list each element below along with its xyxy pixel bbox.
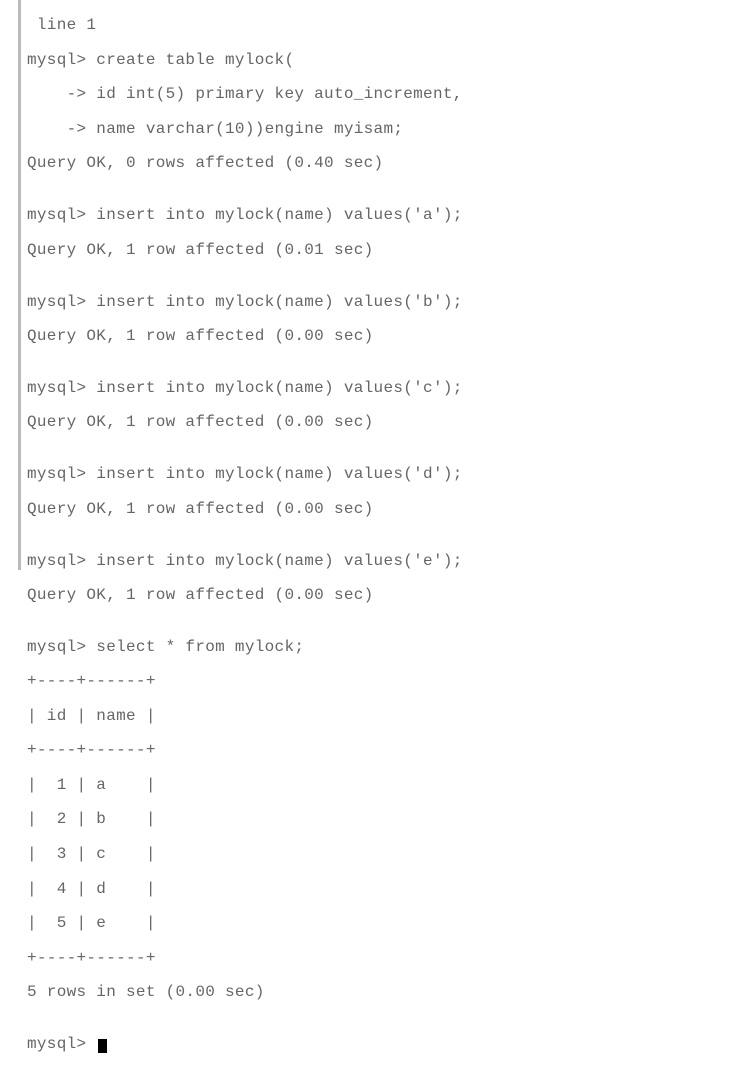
- terminal-output: line 1 mysql> create table mylock( -> id…: [18, 0, 750, 570]
- terminal-line: Query OK, 1 row affected (0.00 sec): [27, 328, 750, 345]
- terminal-prompt-line[interactable]: mysql>: [27, 1036, 750, 1053]
- terminal-line: mysql> insert into mylock(name) values('…: [27, 553, 750, 570]
- terminal-line: | 3 | c |: [27, 846, 750, 863]
- terminal-line: Query OK, 1 row affected (0.01 sec): [27, 242, 750, 259]
- terminal-line: -> name varchar(10))engine myisam;: [27, 121, 750, 138]
- terminal-line: mysql> select * from mylock;: [27, 639, 750, 656]
- terminal-line: line 1: [27, 17, 750, 34]
- terminal-line: -> id int(5) primary key auto_increment,: [27, 86, 750, 103]
- terminal-line: | 4 | d |: [27, 881, 750, 898]
- terminal-line: Query OK, 1 row affected (0.00 sec): [27, 414, 750, 431]
- terminal-line: mysql> insert into mylock(name) values('…: [27, 466, 750, 483]
- terminal-line: Query OK, 1 row affected (0.00 sec): [27, 587, 750, 604]
- terminal-line: 5 rows in set (0.00 sec): [27, 984, 750, 1001]
- terminal-line: +----+------+: [27, 673, 750, 690]
- terminal-line: | 2 | b |: [27, 811, 750, 828]
- terminal-line: mysql> insert into mylock(name) values('…: [27, 294, 750, 311]
- terminal-prompt: mysql>: [27, 1035, 96, 1053]
- terminal-line: mysql> insert into mylock(name) values('…: [27, 380, 750, 397]
- terminal-line: +----+------+: [27, 742, 750, 759]
- terminal-line: | 1 | a |: [27, 777, 750, 794]
- terminal-line: | id | name |: [27, 708, 750, 725]
- terminal-line: mysql> create table mylock(: [27, 52, 750, 69]
- terminal-line: +----+------+: [27, 950, 750, 967]
- terminal-line: mysql> insert into mylock(name) values('…: [27, 207, 750, 224]
- terminal-line: | 5 | e |: [27, 915, 750, 932]
- terminal-line: Query OK, 0 rows affected (0.40 sec): [27, 155, 750, 172]
- cursor-icon: [98, 1039, 107, 1053]
- terminal-line: Query OK, 1 row affected (0.00 sec): [27, 501, 750, 518]
